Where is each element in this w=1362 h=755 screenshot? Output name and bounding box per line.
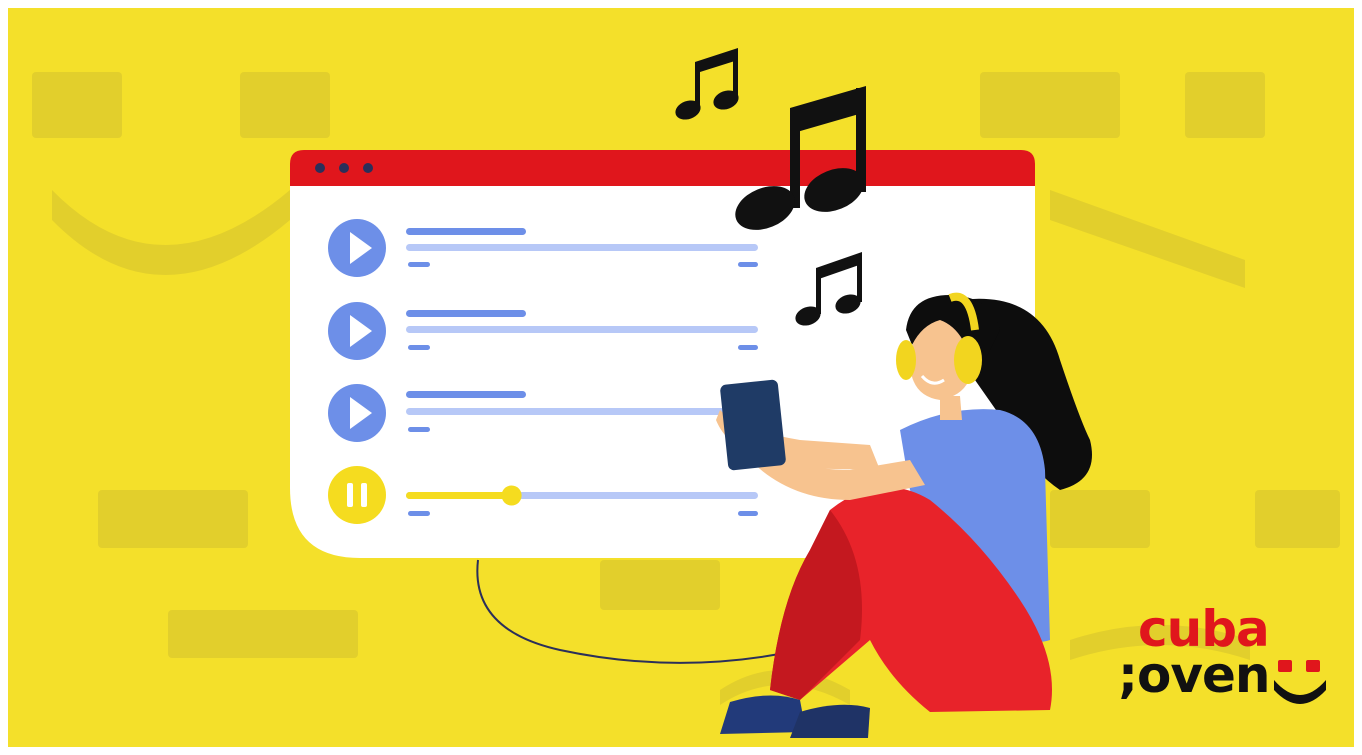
track-time-start — [408, 427, 430, 432]
tablet — [720, 379, 786, 471]
track-time-end — [738, 345, 758, 350]
window-dot — [339, 163, 349, 173]
track-line — [406, 408, 758, 415]
headphones-icon — [954, 336, 982, 384]
player-header — [290, 150, 1035, 186]
track-time-start — [408, 345, 430, 350]
track-title — [406, 310, 526, 317]
logo-text-joven: ;oven — [1118, 646, 1270, 704]
track-title — [406, 391, 526, 398]
pause-button[interactable] — [328, 466, 386, 524]
neck — [940, 396, 962, 420]
track-line — [406, 326, 758, 333]
track-time-start — [408, 262, 430, 267]
track-time-end — [738, 262, 758, 267]
headphones-icon — [896, 340, 916, 380]
track-time-start — [408, 511, 430, 516]
pause-icon — [347, 483, 353, 507]
track-time-end — [738, 511, 758, 516]
window-dot — [363, 163, 373, 173]
track-title — [406, 228, 526, 235]
progress-handle[interactable] — [501, 485, 522, 506]
shoe — [720, 695, 806, 734]
window-dot — [315, 163, 325, 173]
pause-icon — [361, 483, 367, 507]
progress-fill — [406, 492, 512, 499]
track-line — [406, 244, 758, 251]
